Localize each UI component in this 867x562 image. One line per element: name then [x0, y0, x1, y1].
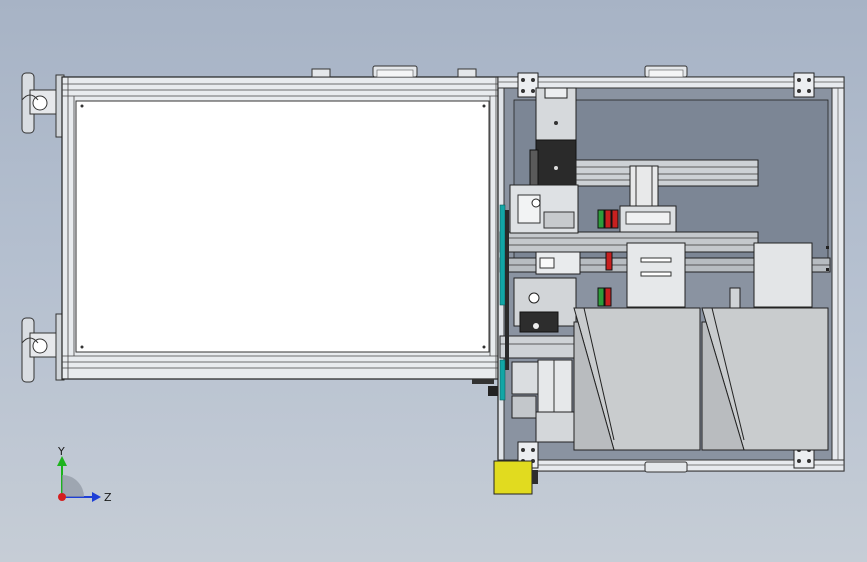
coordinate-triad-icon: Y Z	[57, 445, 112, 504]
bin-cylinder-left	[626, 242, 686, 308]
extrusion-rail-upper	[575, 159, 759, 187]
top-handle-right	[644, 65, 688, 78]
small-post	[729, 287, 741, 311]
hopper-left	[573, 307, 701, 451]
cad-viewport[interactable]: Y Z	[0, 0, 867, 562]
z-axis-label: Z	[104, 491, 112, 504]
left-caster-bottom	[21, 313, 65, 383]
bottom-stub-2	[488, 386, 498, 396]
bottom-handle-right	[644, 461, 688, 473]
bin-cylinder-right	[753, 242, 813, 308]
hopper-right	[701, 307, 829, 451]
top-handle-left	[372, 65, 418, 78]
left-caster-top	[21, 72, 65, 138]
yellow-motor	[493, 460, 538, 495]
left-white-panel	[75, 100, 490, 353]
top-tab-2	[457, 68, 477, 78]
top-tab-1	[311, 68, 331, 78]
y-axis-label: Y	[57, 445, 65, 458]
bottom-stub	[472, 379, 494, 384]
vertical-actuator	[529, 87, 577, 191]
